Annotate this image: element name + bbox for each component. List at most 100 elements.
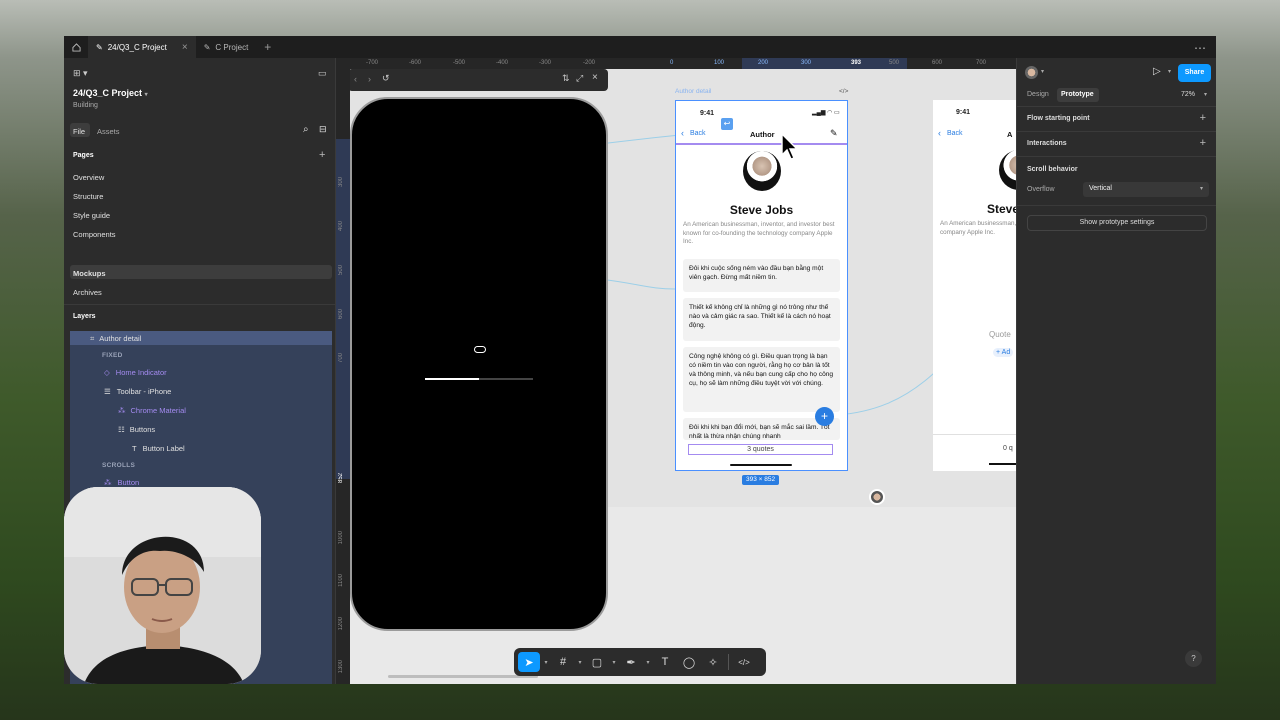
close-icon[interactable]: × [592,72,598,83]
ruler-tick: 0 [670,60,674,66]
interaction-trigger-icon[interactable]: ↩ [721,118,733,130]
project-name[interactable]: 24/Q3_C Project ▾ [73,88,148,98]
figma-menu-icon[interactable]: ⊞ ▾ [73,68,88,79]
layer-toolbar-iphone[interactable]: ☰ Toolbar - iPhone [104,387,171,396]
back-button[interactable]: Back [690,130,706,137]
home-indicator [730,464,792,466]
layer-home-indicator[interactable]: ◇ Home Indicator [104,368,167,377]
back-arrow-icon[interactable]: ‹ [354,74,357,84]
author-bio: An American businessman, inventor, and i… [683,221,835,245]
layer-group-scrolls: SCROLLS [102,462,136,469]
share-button[interactable]: Share [1178,64,1211,82]
prototype-preview-device[interactable] [350,97,608,631]
ruler-tick: 100 [714,60,725,66]
more-options-icon[interactable]: ⋯ [1194,41,1206,55]
move-tool-icon[interactable]: ➤ [518,652,540,672]
author-name: Steve Jobs [729,203,794,217]
tab-project-c-q3[interactable]: ✎ 24/Q3_C Project × [88,36,196,58]
layer-button[interactable]: ⁂ Button [104,478,139,487]
forward-arrow-icon[interactable]: › [368,74,371,84]
chevron-down-icon[interactable]: ▾ [610,659,618,666]
tab-c-project[interactable]: ✎ C Project [196,36,257,58]
restart-icon[interactable]: ↺ [382,73,390,84]
scroll-behavior-label: Scroll behavior [1027,166,1078,173]
overflow-select[interactable]: Vertical ▾ [1083,182,1209,197]
open-new-icon[interactable]: ⤢ [576,73,583,84]
tab-label: C Project [215,42,249,52]
tab-design[interactable]: Design [1027,91,1049,98]
preview-toolbar: ‹ › ↺ ⇅ ⤢ × [350,69,608,91]
page-archives[interactable]: Archives [73,288,102,297]
chevron-down-icon[interactable]: ▾ [576,659,584,666]
help-button[interactable]: ? [1185,650,1202,667]
tab-bar: ✎ 24/Q3_C Project × ✎ C Project + ⋯ [64,36,1216,58]
chevron-down-icon[interactable]: ▾ [644,659,652,666]
quote-card[interactable]: Công nghệ không có gì. Điều quan trọng l… [683,347,840,412]
pen-tool-icon[interactable]: ✒ [620,652,642,672]
quote-card[interactable]: Đôi khi cuộc sống ném vào đầu bạn bằng m… [683,259,840,292]
dev-mode-toggle[interactable]: </> [733,652,755,672]
back-chevron-icon[interactable]: ‹ [938,128,941,138]
page-style-guide[interactable]: Style guide [73,211,110,220]
tab-prototype[interactable]: Prototype [1061,91,1094,98]
empty-quotes-label: Quote [989,330,1011,339]
dev-mode-icon[interactable]: </> [839,88,848,95]
chevron-down-icon[interactable]: ▾ [1168,68,1171,75]
quote-card[interactable]: Thiết kế không chỉ là những gì nó trông … [683,298,840,341]
add-page-icon[interactable]: + [319,149,325,161]
back-button[interactable]: Back [947,130,963,137]
comment-tool-icon[interactable]: ◯ [678,652,700,672]
search-icon[interactable]: ⌕ [303,124,309,135]
add-quote-button[interactable]: + Ad [993,348,1014,357]
layer-button-label[interactable]: T Button Label [132,444,185,453]
author-bio: An American businessman, best known for … [940,220,1016,236]
library-icon[interactable]: ⊟ [319,124,327,135]
new-tab-button[interactable]: + [256,40,279,54]
home-indicator [989,463,1016,465]
present-play-icon[interactable]: ▷ [1153,66,1161,77]
page-structure[interactable]: Structure [73,192,103,201]
presenter-video [64,487,261,684]
ruler-vertical: 300 400 500 600 700 852 1000 1100 1200 1… [336,69,350,684]
tab-label: 24/Q3_C Project [107,42,167,52]
page-overview[interactable]: Overview [73,173,104,182]
tab-file[interactable]: File [73,127,85,136]
edit-icon[interactable]: ✎ [830,128,838,139]
frame-tool-icon[interactable]: # [552,652,574,672]
close-icon[interactable]: × [182,42,188,53]
overflow-label: Overflow [1027,186,1055,193]
chevron-down-icon[interactable]: ▾ [1204,91,1207,98]
actions-tool-icon[interactable]: ✧ [702,652,724,672]
frame-author-detail-2[interactable]: 9:41 ‹ Back A Steve An American business… [933,100,1016,471]
show-prototype-settings-button[interactable]: Show prototype settings [1027,215,1207,231]
add-quote-button[interactable]: + [815,407,834,426]
rectangle-tool-icon[interactable]: ▢ [586,652,608,672]
layer-chrome-material[interactable]: ⁂ Chrome Material [118,406,186,415]
settings-icon[interactable]: ⇅ [562,73,570,84]
layer-buttons[interactable]: ☷ Buttons [118,425,155,434]
text-tool-icon[interactable]: T [654,652,676,672]
frame-author-detail[interactable]: 9:41 ▂▄▆ ◠ ▭ ‹ Back Author ✎ ↩ Steve Job… [675,100,848,471]
tab-assets[interactable]: Assets [97,127,120,136]
status-time: 9:41 [956,109,971,116]
author-name: Steve [987,202,1016,216]
chevron-down-icon[interactable]: ▾ [1041,68,1044,75]
home-button[interactable] [64,36,88,58]
avatar [743,151,781,191]
chevron-down-icon[interactable]: ▾ [542,659,550,666]
zoom-level[interactable]: 72% [1181,91,1195,98]
ruler-tick: 852 [338,473,344,484]
frame-label[interactable]: Author detail [675,88,712,95]
page-components[interactable]: Components [73,230,116,239]
user-avatar[interactable] [1025,66,1038,79]
canvas[interactable]: ‹ › ↺ ⇅ ⤢ × Author detail </> 9:41 ▂▄▆ ◠… [350,69,1016,684]
add-interaction-icon[interactable]: + [1200,137,1206,149]
pages-header: Pages [73,152,94,159]
back-chevron-icon[interactable]: ‹ [681,128,684,138]
ruler-tick: -200 [583,60,596,66]
page-mockups[interactable]: Mockups [73,269,106,278]
panel-toggle-icon[interactable]: ▭ [318,68,327,79]
layer-author-detail[interactable]: ⌗ Author detail [90,334,141,344]
horizontal-scrollbar[interactable] [388,675,538,678]
add-flow-icon[interactable]: + [1200,112,1206,124]
